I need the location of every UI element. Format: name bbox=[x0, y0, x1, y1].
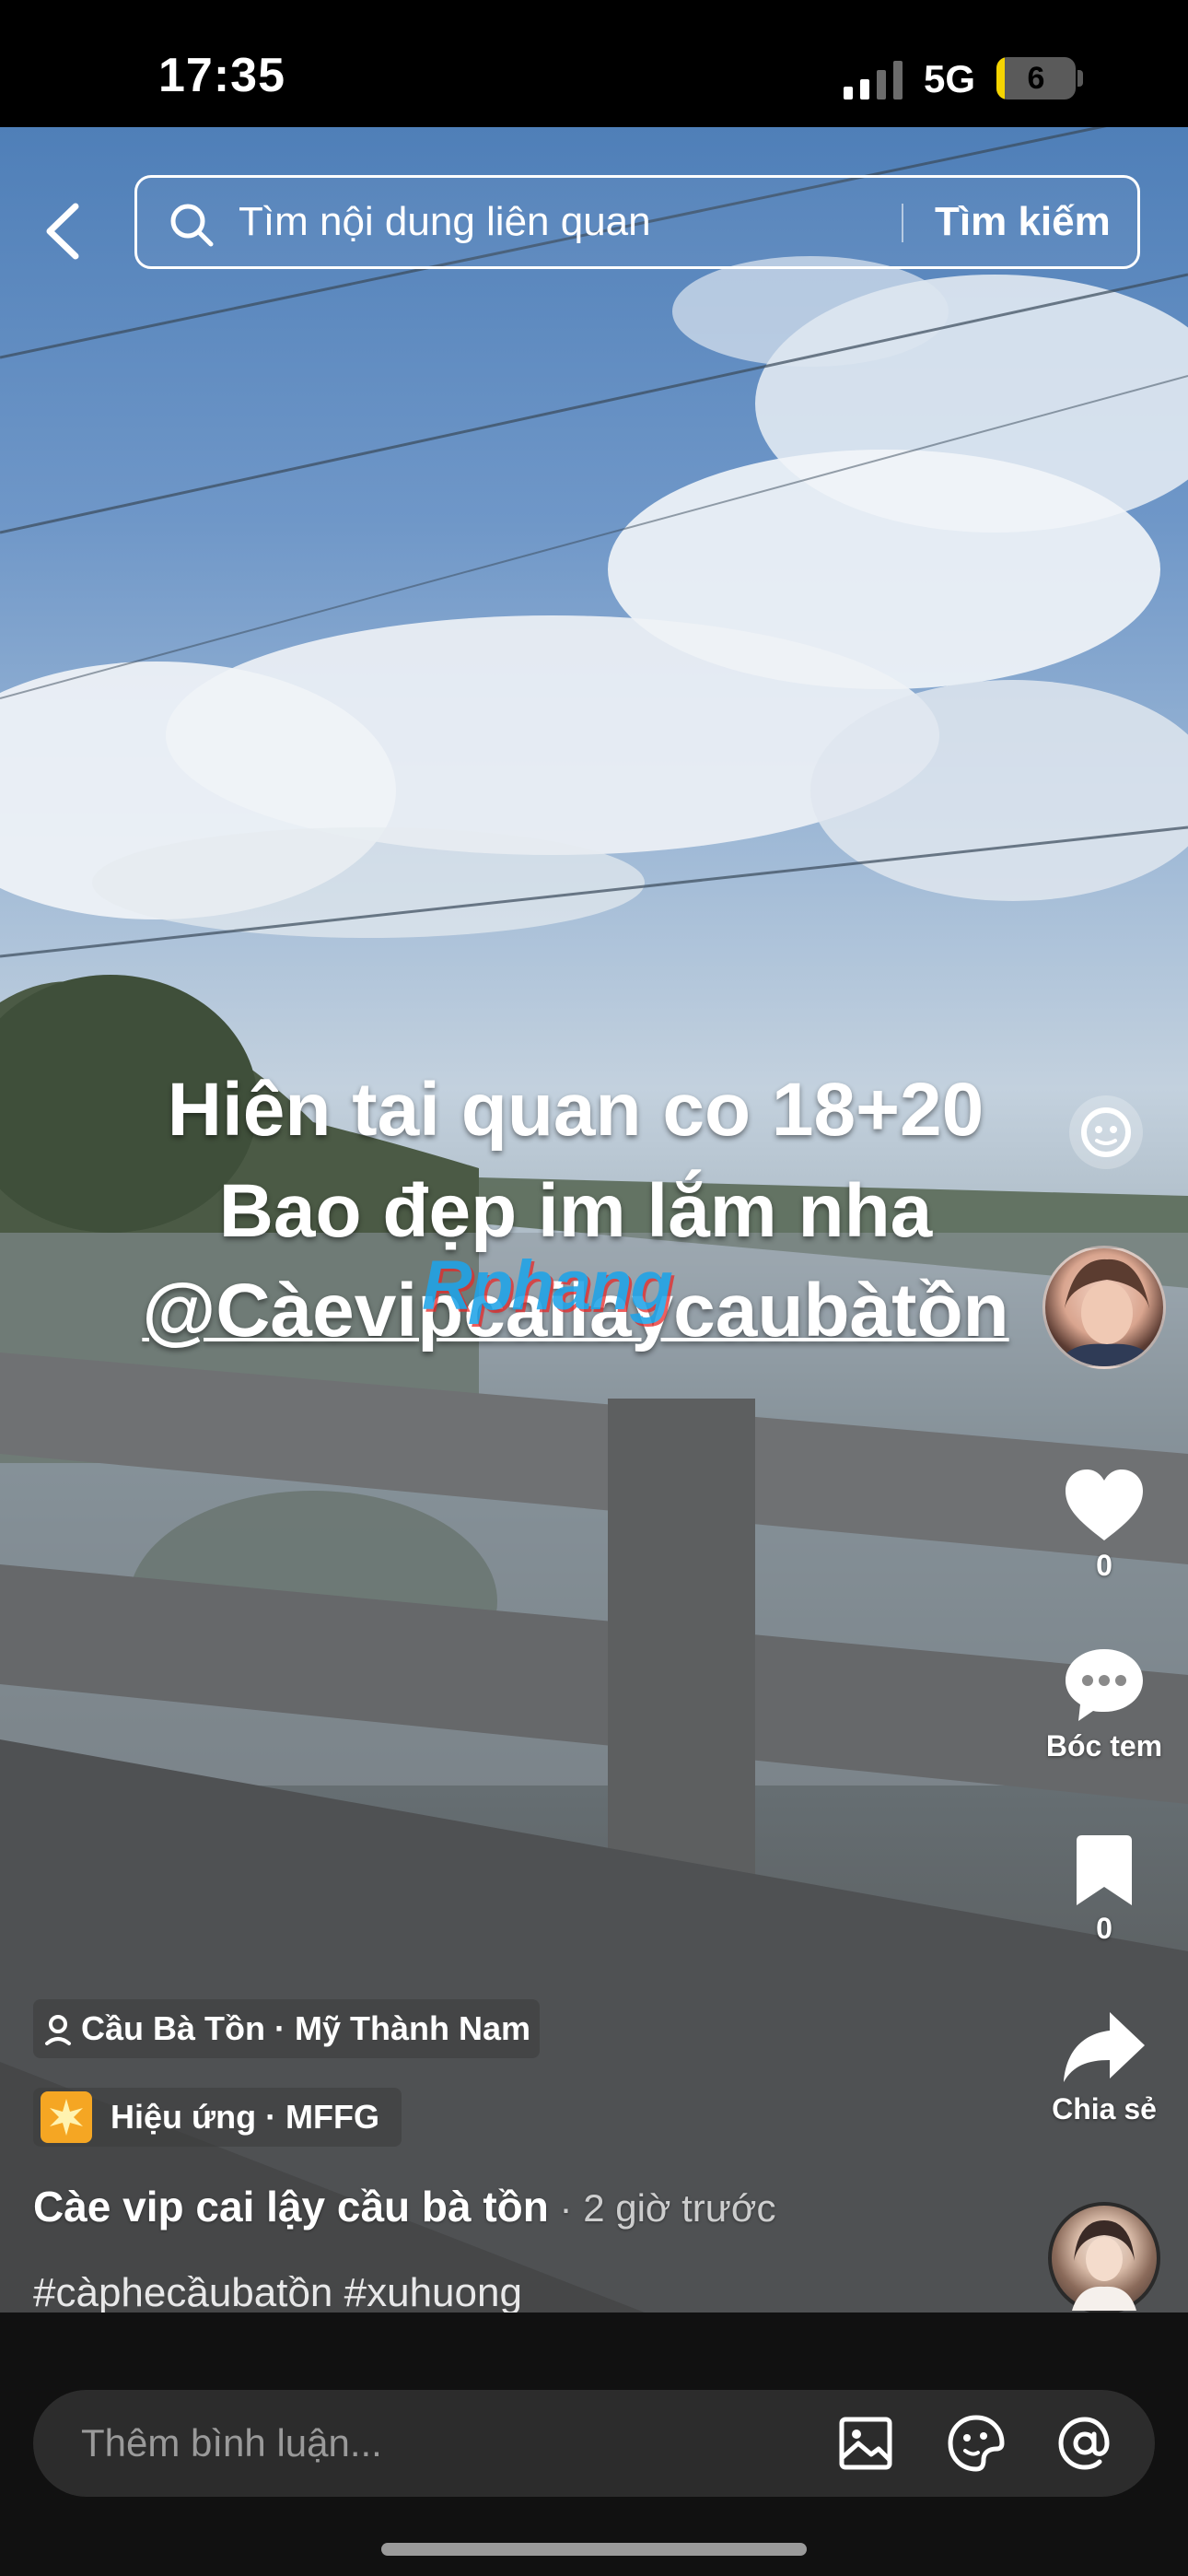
music-disc-art bbox=[1072, 2220, 1136, 2311]
comment-placeholder: Thêm bình luận... bbox=[81, 2421, 382, 2465]
battery-icon: 6 bbox=[996, 57, 1076, 100]
search-divider bbox=[902, 204, 903, 242]
search-bar[interactable]: Tìm nội dung liên quan Tìm kiếm bbox=[134, 175, 1140, 269]
comment-bar-area: Thêm bình luận... bbox=[0, 2313, 1188, 2576]
location-chip[interactable]: Cầu Bà Tồn · Mỹ Thành Nam bbox=[33, 1999, 540, 2058]
comment-label: Bóc tem bbox=[1045, 1729, 1163, 1762]
mention-at-icon[interactable] bbox=[1055, 2414, 1114, 2473]
music-disc[interactable] bbox=[1048, 2202, 1160, 2313]
status-time: 17:35 bbox=[158, 49, 285, 102]
heart-icon bbox=[1066, 1469, 1143, 1540]
share-label: Chia sẻ bbox=[1052, 2092, 1157, 2125]
post-caption[interactable]: Càe vip cai lậy cầu bà tồn · 2 giờ trước bbox=[33, 2182, 775, 2231]
search-submit-button[interactable]: Tìm kiếm bbox=[935, 178, 1111, 266]
video-player[interactable]: Tìm nội dung liên quan Tìm kiếm Hiên tai… bbox=[0, 127, 1188, 2313]
save-button[interactable]: 0 bbox=[1026, 1833, 1182, 1946]
creator-avatar[interactable] bbox=[1042, 1246, 1166, 1369]
avatar-portrait bbox=[1056, 1259, 1158, 1366]
save-count: 0 bbox=[1096, 1912, 1112, 1945]
overlay-text-line-1: Hiên tai quan co 18+20 bbox=[167, 1068, 984, 1152]
search-input[interactable]: Tìm nội dung liên quan bbox=[239, 178, 651, 266]
watermark-logo: Rphang bbox=[422, 1247, 673, 1325]
image-picker-icon[interactable] bbox=[836, 2414, 895, 2473]
comment-input[interactable]: Thêm bình luận... bbox=[33, 2390, 1155, 2497]
battery-nub bbox=[1077, 70, 1083, 87]
like-count: 0 bbox=[1096, 1549, 1112, 1582]
effect-chip[interactable]: Hiệu ứng · MFFG bbox=[33, 2088, 402, 2147]
location-pin-icon bbox=[45, 2015, 71, 2045]
overlay-text-line-2: Bao đẹp im lắm nha bbox=[218, 1169, 933, 1253]
location-label: Cầu Bà Tồn · Mỹ Thành Nam bbox=[81, 2009, 531, 2047]
effect-label: Hiệu ứng · MFFG bbox=[111, 2098, 380, 2136]
home-indicator bbox=[381, 2543, 807, 2556]
network-type: 5G bbox=[924, 57, 976, 100]
face-effect-icon[interactable] bbox=[1066, 1093, 1146, 1172]
like-button[interactable]: 0 bbox=[1026, 1467, 1182, 1583]
battery-level: 6 bbox=[1027, 61, 1045, 96]
share-arrow-icon bbox=[1064, 2012, 1145, 2082]
share-button[interactable]: Chia sẻ bbox=[1026, 2008, 1182, 2126]
cellular-signal-icon bbox=[844, 61, 903, 100]
comment-bubble-icon bbox=[1066, 1649, 1143, 1721]
caption-text: Càe vip cai lậy cầu bà tồn bbox=[33, 2183, 549, 2231]
comment-button[interactable]: Bóc tem bbox=[1026, 1645, 1182, 1763]
back-button[interactable] bbox=[35, 190, 90, 273]
emoji-sticker-icon[interactable] bbox=[947, 2414, 1006, 2473]
post-time: · 2 giờ trước bbox=[548, 2186, 776, 2230]
bookmark-icon bbox=[1077, 1835, 1132, 1905]
post-hashtags[interactable]: #càphecầubatồn #xuhuong bbox=[33, 2270, 522, 2313]
search-icon bbox=[170, 204, 214, 247]
effect-sparkle-icon bbox=[41, 2091, 92, 2143]
status-bar: 17:35 5G 6 bbox=[0, 0, 1188, 127]
